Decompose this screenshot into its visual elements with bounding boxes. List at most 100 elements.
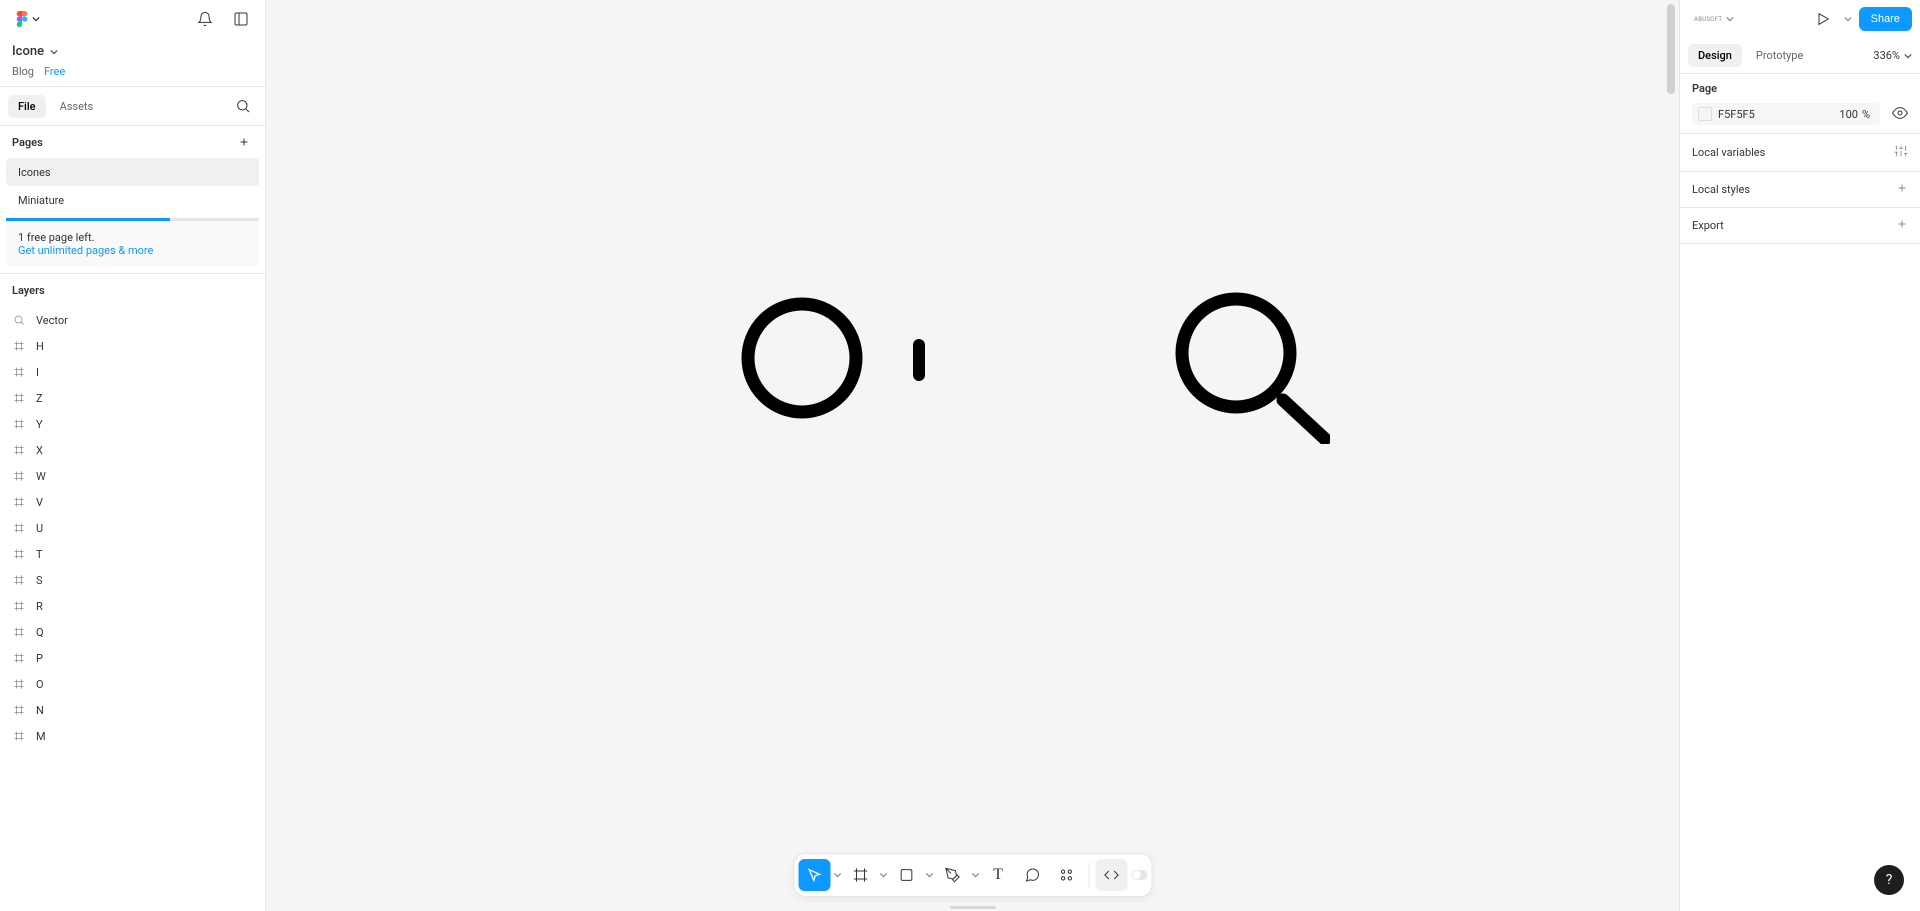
- panel-icon: [233, 11, 249, 27]
- toggle-sidebar-button[interactable]: [227, 5, 255, 33]
- layer-name: W: [36, 470, 46, 483]
- page-item[interactable]: Miniature: [6, 186, 259, 214]
- present-button[interactable]: [1809, 5, 1837, 33]
- layers-list[interactable]: Vector HIZYXWVUTSRQPONM: [0, 307, 265, 911]
- tab-design[interactable]: Design: [1688, 44, 1742, 67]
- zoom-value: 336%: [1873, 49, 1900, 62]
- tab-prototype[interactable]: Prototype: [1746, 44, 1813, 67]
- comment-tool-button[interactable]: [1016, 859, 1048, 891]
- chevron-down-icon: [879, 871, 887, 879]
- notifications-button[interactable]: [191, 5, 219, 33]
- layer-name: I: [36, 366, 39, 379]
- layer-item[interactable]: Z: [0, 385, 265, 411]
- actions-tool-button[interactable]: [1050, 859, 1082, 891]
- layer-name: T: [36, 548, 43, 561]
- layer-item[interactable]: Q: [0, 619, 265, 645]
- share-button[interactable]: Share: [1859, 7, 1912, 31]
- page-background-color-row[interactable]: F5F5F5 100 %: [1692, 103, 1880, 125]
- layer-item[interactable]: V: [0, 489, 265, 515]
- add-page-button[interactable]: [235, 133, 253, 151]
- right-top-bar: ABUSOFT Share: [1680, 0, 1920, 38]
- plus-icon: [1896, 182, 1908, 197]
- file-title: Icone: [12, 44, 44, 59]
- layer-item[interactable]: X: [0, 437, 265, 463]
- opacity-unit: %: [1862, 108, 1870, 121]
- layer-item[interactable]: Y: [0, 411, 265, 437]
- local-variables-row[interactable]: Local variables: [1680, 134, 1920, 172]
- pen-tool-button[interactable]: [936, 859, 968, 891]
- chevron-down-icon: [925, 871, 933, 879]
- file-meta: Blog Free: [0, 65, 265, 86]
- shape-tool-caret[interactable]: [924, 859, 934, 891]
- frame-layer-icon: [12, 547, 26, 561]
- quota-upgrade-link[interactable]: Get unlimited pages & more: [18, 244, 247, 257]
- layer-item[interactable]: T: [0, 541, 265, 567]
- toolbar-handle[interactable]: [950, 906, 996, 909]
- layer-name: N: [36, 704, 44, 717]
- file-title-row[interactable]: Icone: [0, 38, 265, 65]
- multiplayer-users[interactable]: ABUSOFT: [1688, 13, 1740, 25]
- color-hex: F5F5F5: [1718, 108, 1755, 121]
- layer-item[interactable]: N: [0, 697, 265, 723]
- present-caret[interactable]: [1843, 3, 1853, 35]
- plan-badge[interactable]: Free: [44, 65, 65, 78]
- frame-tool-button[interactable]: [844, 859, 876, 891]
- layer-name: Vector: [36, 314, 68, 327]
- tab-file[interactable]: File: [8, 95, 46, 118]
- text-tool-button[interactable]: T: [982, 859, 1014, 891]
- code-icon: [1103, 867, 1119, 883]
- toggle-visibility-button[interactable]: [1892, 105, 1908, 124]
- shape-tool-button[interactable]: [890, 859, 922, 891]
- left-sidebar: Icone Blog Free File Assets Pages Icones…: [0, 0, 266, 911]
- chevron-down-icon: [50, 48, 58, 56]
- frame-layer-icon: [12, 391, 26, 405]
- local-styles-label: Local styles: [1692, 183, 1750, 196]
- help-icon: ?: [1886, 872, 1893, 888]
- main-menu-button[interactable]: [10, 7, 44, 31]
- search-layers-button[interactable]: [229, 92, 257, 120]
- color-swatch[interactable]: [1698, 107, 1712, 121]
- frame-tool-caret[interactable]: [878, 859, 888, 891]
- project-name[interactable]: Blog: [12, 65, 34, 78]
- layer-item[interactable]: U: [0, 515, 265, 541]
- help-button[interactable]: ?: [1874, 865, 1904, 895]
- dev-mode-toggle[interactable]: [1131, 870, 1147, 880]
- layer-item[interactable]: H: [0, 333, 265, 359]
- frame-layer-icon: [12, 573, 26, 587]
- local-styles-row[interactable]: Local styles: [1680, 172, 1920, 208]
- move-tool-button[interactable]: [798, 859, 830, 891]
- plus-icon: [238, 136, 250, 148]
- export-row[interactable]: Export: [1680, 208, 1920, 244]
- dev-mode-button[interactable]: [1095, 859, 1127, 891]
- tab-assets[interactable]: Assets: [50, 95, 104, 118]
- pen-tool-caret[interactable]: [970, 859, 980, 891]
- layer-name: V: [36, 496, 43, 509]
- layer-item[interactable]: M: [0, 723, 265, 749]
- layer-name: H: [36, 340, 44, 353]
- quota-text: 1 free page left.: [18, 231, 247, 244]
- layer-item[interactable]: O: [0, 671, 265, 697]
- move-tool-caret[interactable]: [832, 859, 842, 891]
- chevron-down-icon: [1726, 15, 1734, 23]
- layer-item[interactable]: P: [0, 645, 265, 671]
- layer-item[interactable]: S: [0, 567, 265, 593]
- play-icon: [1815, 11, 1831, 27]
- layer-name: P: [36, 652, 43, 665]
- canvas-area[interactable]: T: [266, 0, 1679, 911]
- canvas[interactable]: [266, 0, 1679, 911]
- canvas-shape-circle[interactable]: [741, 297, 863, 419]
- layer-item[interactable]: W: [0, 463, 265, 489]
- layer-item[interactable]: I: [0, 359, 265, 385]
- frame-layer-icon: [12, 521, 26, 535]
- canvas-shape-magnifier[interactable]: [1175, 292, 1330, 444]
- plus-icon: [1896, 218, 1908, 233]
- canvas-vertical-scrollbar[interactable]: [1667, 4, 1675, 94]
- left-toolbar: [0, 0, 265, 38]
- zoom-dropdown[interactable]: 336%: [1873, 49, 1912, 62]
- layer-item[interactable]: Vector: [0, 307, 265, 333]
- user-avatar-label: ABUSOFT: [1694, 16, 1722, 23]
- page-item[interactable]: Icones: [6, 158, 259, 186]
- layers-header: Layers: [0, 273, 265, 307]
- canvas-shape-bar[interactable]: [913, 339, 925, 381]
- layer-item[interactable]: R: [0, 593, 265, 619]
